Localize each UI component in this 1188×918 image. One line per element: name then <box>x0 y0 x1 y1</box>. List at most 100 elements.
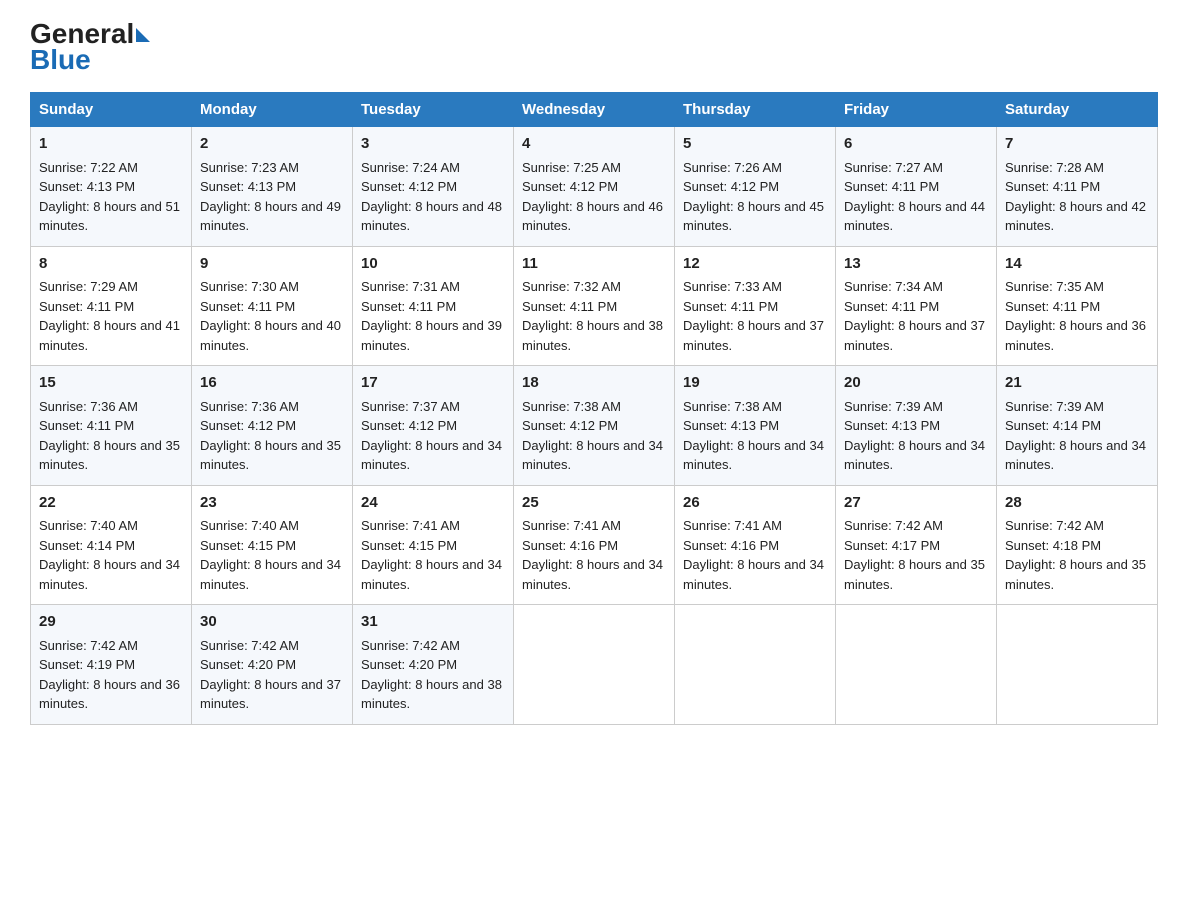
calendar-header-thursday: Thursday <box>675 93 836 127</box>
day-daylight: Daylight: 8 hours and 35 minutes. <box>844 557 985 592</box>
day-number: 17 <box>361 372 505 395</box>
day-sunset: Sunset: 4:12 PM <box>361 418 457 433</box>
day-number: 24 <box>361 492 505 515</box>
day-sunset: Sunset: 4:11 PM <box>39 299 134 314</box>
logo-arrow-icon <box>136 28 150 42</box>
day-number: 20 <box>844 372 988 395</box>
calendar-day-cell: 18 Sunrise: 7:38 AM Sunset: 4:12 PM Dayligh… <box>514 366 675 486</box>
calendar-day-cell: 20 Sunrise: 7:39 AM Sunset: 4:13 PM Dayligh… <box>836 366 997 486</box>
day-sunset: Sunset: 4:16 PM <box>683 538 779 553</box>
day-sunset: Sunset: 4:14 PM <box>39 538 135 553</box>
day-daylight: Daylight: 8 hours and 49 minutes. <box>200 199 341 234</box>
day-sunrise: Sunrise: 7:40 AM <box>200 518 299 533</box>
calendar-week-row: 8Sunrise: 7:29 AMSunset: 4:11 PMDaylight… <box>31 246 1158 366</box>
calendar-day-cell: 7Sunrise: 7:28 AMSunset: 4:11 PMDaylight… <box>997 127 1158 247</box>
day-sunset: Sunset: 4:16 PM <box>522 538 618 553</box>
day-sunrise: Sunrise: 7:38 AM <box>522 399 621 414</box>
day-sunrise: Sunrise: 7:39 AM <box>844 399 943 414</box>
calendar-day-cell: 12Sunrise: 7:33 AMSunset: 4:11 PMDayligh… <box>675 246 836 366</box>
day-sunrise: Sunrise: 7:33 AM <box>683 279 782 294</box>
day-sunrise: Sunrise: 7:37 AM <box>361 399 460 414</box>
calendar-day-cell: 14Sunrise: 7:35 AMSunset: 4:11 PMDayligh… <box>997 246 1158 366</box>
day-daylight: Daylight: 8 hours and 34 minutes. <box>844 438 985 473</box>
day-sunrise: Sunrise: 7:42 AM <box>200 638 299 653</box>
day-sunrise: Sunrise: 7:27 AM <box>844 160 943 175</box>
calendar-header-wednesday: Wednesday <box>514 93 675 127</box>
calendar-day-cell: 3Sunrise: 7:24 AMSunset: 4:12 PMDaylight… <box>353 127 514 247</box>
day-sunrise: Sunrise: 7:26 AM <box>683 160 782 175</box>
day-sunrise: Sunrise: 7:41 AM <box>361 518 460 533</box>
logo: General Blue <box>30 20 150 74</box>
day-sunrise: Sunrise: 7:42 AM <box>39 638 138 653</box>
day-number: 29 <box>39 611 183 634</box>
day-daylight: Daylight: 8 hours and 37 minutes. <box>200 677 341 712</box>
day-sunrise: Sunrise: 7:42 AM <box>844 518 943 533</box>
day-daylight: Daylight: 8 hours and 41 minutes. <box>39 318 180 353</box>
day-daylight: Daylight: 8 hours and 42 minutes. <box>1005 199 1146 234</box>
day-sunset: Sunset: 4:11 PM <box>522 299 617 314</box>
day-number: 16 <box>200 372 344 395</box>
day-daylight: Daylight: 8 hours and 34 minutes. <box>522 557 663 592</box>
calendar-day-cell: 22Sunrise: 7:40 AMSunset: 4:14 PMDayligh… <box>31 485 192 605</box>
day-sunrise: Sunrise: 7:39 AM <box>1005 399 1104 414</box>
day-number: 4 <box>522 133 666 156</box>
day-number: 26 <box>683 492 827 515</box>
calendar-day-cell: 10Sunrise: 7:31 AMSunset: 4:11 PMDayligh… <box>353 246 514 366</box>
calendar-header-sunday: Sunday <box>31 93 192 127</box>
day-number: 15 <box>39 372 183 395</box>
day-daylight: Daylight: 8 hours and 34 minutes. <box>683 557 824 592</box>
day-sunset: Sunset: 4:11 PM <box>361 299 456 314</box>
day-daylight: Daylight: 8 hours and 40 minutes. <box>200 318 341 353</box>
day-number: 9 <box>200 253 344 276</box>
logo-blue-text: Blue <box>30 46 91 74</box>
calendar-day-cell: 31Sunrise: 7:42 AMSunset: 4:20 PMDayligh… <box>353 605 514 725</box>
day-daylight: Daylight: 8 hours and 34 minutes. <box>1005 438 1146 473</box>
day-daylight: Daylight: 8 hours and 34 minutes. <box>522 438 663 473</box>
day-number: 18 <box>522 372 666 395</box>
calendar-day-cell <box>675 605 836 725</box>
calendar-week-row: 15Sunrise: 7:36 AMSunset: 4:11 PMDayligh… <box>31 366 1158 486</box>
day-number: 6 <box>844 133 988 156</box>
day-daylight: Daylight: 8 hours and 36 minutes. <box>1005 318 1146 353</box>
calendar-day-cell: 6 Sunrise: 7:27 AM Sunset: 4:11 PM Daylight… <box>836 127 997 247</box>
day-number: 1 <box>39 133 183 156</box>
day-daylight: Daylight: 8 hours and 35 minutes. <box>39 438 180 473</box>
day-number: 13 <box>844 253 988 276</box>
day-daylight: Daylight: 8 hours and 44 minutes. <box>844 199 985 234</box>
day-number: 22 <box>39 492 183 515</box>
calendar-header-friday: Friday <box>836 93 997 127</box>
day-number: 3 <box>361 133 505 156</box>
calendar-day-cell: 4Sunrise: 7:25 AMSunset: 4:12 PMDaylight… <box>514 127 675 247</box>
day-sunset: Sunset: 4:13 PM <box>39 179 135 194</box>
day-daylight: Daylight: 8 hours and 35 minutes. <box>200 438 341 473</box>
day-sunset: Sunset: 4:13 PM <box>844 418 940 433</box>
day-sunset: Sunset: 4:15 PM <box>200 538 296 553</box>
calendar-day-cell: 27Sunrise: 7:42 AMSunset: 4:17 PMDayligh… <box>836 485 997 605</box>
day-sunset: Sunset: 4:15 PM <box>361 538 457 553</box>
page-header: General Blue <box>30 20 1158 74</box>
day-number: 8 <box>39 253 183 276</box>
calendar-day-cell: 11Sunrise: 7:32 AMSunset: 4:11 PMDayligh… <box>514 246 675 366</box>
day-sunset: Sunset: 4:12 PM <box>361 179 457 194</box>
calendar-day-cell: 23Sunrise: 7:40 AMSunset: 4:15 PMDayligh… <box>192 485 353 605</box>
calendar-header-saturday: Saturday <box>997 93 1158 127</box>
day-sunset: Sunset: 4:11 PM <box>844 299 939 314</box>
day-sunset: Sunset: 4:12 PM <box>522 418 618 433</box>
day-sunrise: Sunrise: 7:35 AM <box>1005 279 1104 294</box>
day-sunrise: Sunrise: 7:42 AM <box>361 638 460 653</box>
day-sunset: Sunset: 4:12 PM <box>522 179 618 194</box>
calendar-day-cell: 1Sunrise: 7:22 AMSunset: 4:13 PMDaylight… <box>31 127 192 247</box>
day-number: 14 <box>1005 253 1149 276</box>
day-daylight: Daylight: 8 hours and 48 minutes. <box>361 199 502 234</box>
day-daylight: Daylight: 8 hours and 51 minutes. <box>39 199 180 234</box>
calendar-header-monday: Monday <box>192 93 353 127</box>
day-number: 5 <box>683 133 827 156</box>
day-number: 12 <box>683 253 827 276</box>
calendar-table: SundayMondayTuesdayWednesdayThursdayFrid… <box>30 92 1158 725</box>
day-sunset: Sunset: 4:11 PM <box>844 179 939 194</box>
day-daylight: Daylight: 8 hours and 37 minutes. <box>683 318 824 353</box>
day-daylight: Daylight: 8 hours and 36 minutes. <box>39 677 180 712</box>
calendar-day-cell: 13Sunrise: 7:34 AMSunset: 4:11 PMDayligh… <box>836 246 997 366</box>
calendar-day-cell: 25Sunrise: 7:41 AMSunset: 4:16 PMDayligh… <box>514 485 675 605</box>
calendar-day-cell: 9Sunrise: 7:30 AMSunset: 4:11 PMDaylight… <box>192 246 353 366</box>
